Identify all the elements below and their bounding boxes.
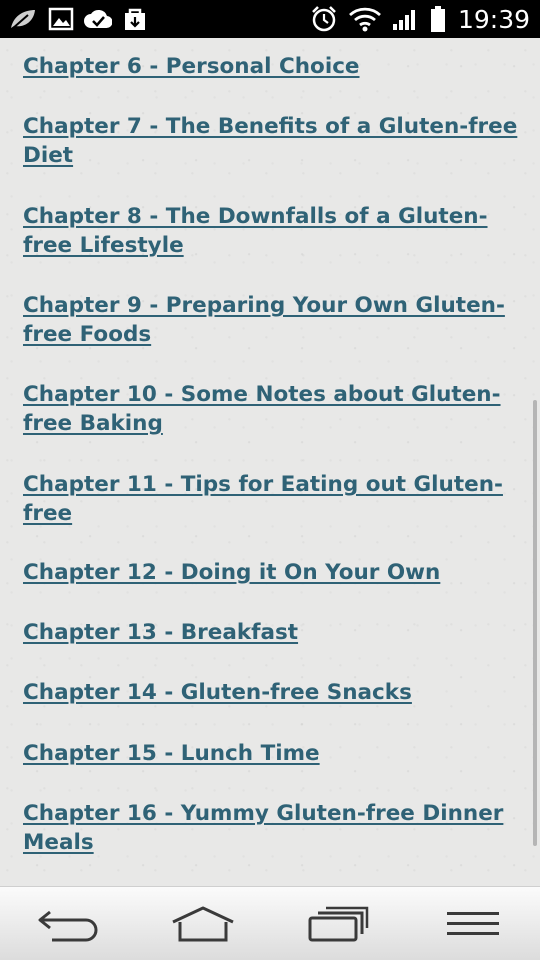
chapter-link-9[interactable]: Chapter 9 - Preparing Your Own Gluten-fr…	[23, 291, 518, 349]
chapter-link-6[interactable]: Chapter 6 - Personal Choice	[23, 52, 518, 81]
home-button[interactable]	[163, 894, 243, 954]
menu-icon	[446, 911, 499, 935]
check-icon	[84, 6, 112, 32]
chapter-link-14[interactable]: Chapter 14 - Gluten-free Snacks	[23, 678, 518, 707]
notification-icons	[8, 6, 148, 32]
battery-icon	[430, 5, 446, 33]
back-button[interactable]	[28, 894, 108, 954]
signal-icon	[392, 6, 420, 32]
chapter-link-10[interactable]: Chapter 10 - Some Notes about Gluten-fre…	[23, 380, 518, 438]
menu-button[interactable]	[433, 894, 513, 954]
status-time: 19:39	[457, 4, 530, 34]
chapter-link-7[interactable]: Chapter 7 - The Benefits of a Gluten-fre…	[23, 112, 518, 170]
home-icon	[171, 906, 234, 941]
wifi-icon	[348, 6, 382, 32]
chapter-link-13[interactable]: Chapter 13 - Breakfast	[23, 618, 518, 647]
chapter-link-15[interactable]: Chapter 15 - Lunch Time	[23, 739, 518, 768]
leaf-icon	[8, 6, 38, 32]
chapter-link-12[interactable]: Chapter 12 - Doing it On Your Own	[23, 558, 518, 587]
navigation-bar	[0, 886, 540, 960]
system-icons: 19:39	[310, 5, 530, 34]
status-bar: 19:39	[0, 0, 540, 38]
recent-apps-button[interactable]	[298, 894, 378, 954]
chapter-link-16[interactable]: Chapter 16 - Yummy Gluten-free Dinner Me…	[23, 799, 518, 857]
alarm-icon	[310, 5, 338, 33]
shopping-bag-icon	[122, 6, 148, 32]
image-icon	[48, 6, 74, 32]
back-icon	[38, 910, 97, 941]
chapter-link-8[interactable]: Chapter 8 - The Downfalls of a Gluten-fr…	[23, 202, 518, 260]
scrollbar[interactable]	[533, 400, 537, 846]
chapter-list-content[interactable]: Chapter 6 - Personal Choice Chapter 7 - …	[0, 38, 540, 886]
chapter-link-11[interactable]: Chapter 11 - Tips for Eating out Gluten-…	[23, 470, 518, 528]
recent-apps-icon	[308, 906, 368, 941]
